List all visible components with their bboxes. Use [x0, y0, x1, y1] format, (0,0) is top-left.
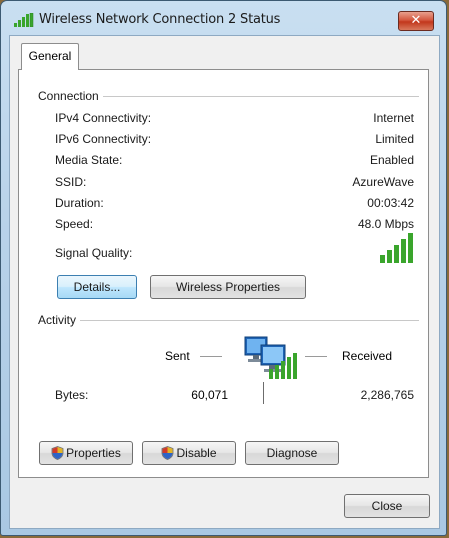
ssid-label: SSID:	[55, 175, 87, 189]
bytes-sent-value: 60,071	[191, 388, 228, 402]
ipv4-label: IPv4 Connectivity:	[55, 111, 152, 125]
properties-button[interactable]: Properties	[39, 441, 133, 465]
uac-shield-icon	[162, 445, 174, 460]
ssid-value: AzureWave	[352, 175, 414, 189]
close-button[interactable]: Close	[344, 494, 430, 518]
activity-heading: Activity	[38, 313, 81, 327]
properties-button-label: Properties	[66, 446, 121, 460]
disable-button[interactable]: Disable	[142, 441, 236, 465]
signal-quality-label: Signal Quality:	[55, 246, 133, 260]
received-line	[305, 356, 327, 357]
bytes-label: Bytes:	[55, 388, 89, 402]
tab-general[interactable]: General	[21, 43, 79, 70]
window-close-button[interactable]: ✕	[398, 11, 434, 31]
sent-received-divider	[263, 382, 264, 404]
uac-shield-icon	[51, 445, 64, 460]
details-button[interactable]: Details...	[57, 275, 137, 299]
media-state-label: Media State:	[55, 153, 123, 167]
window-title: Wireless Network Connection 2 Status	[39, 12, 281, 27]
general-tab-panel: Connection IPv4 Connectivity: Internet I…	[18, 69, 429, 478]
close-icon: ✕	[410, 13, 422, 28]
network-computers-icon	[244, 336, 297, 379]
speed-label: Speed:	[55, 217, 94, 231]
bytes-received-value: 2,286,765	[360, 388, 414, 402]
sent-line	[200, 356, 222, 357]
disable-button-label: Disable	[176, 446, 217, 460]
ipv6-label: IPv6 Connectivity:	[55, 132, 152, 146]
diagnose-button[interactable]: Diagnose	[245, 441, 339, 465]
dialog-body: General Connection IPv4 Connectivity: In…	[9, 35, 440, 529]
activity-group-line	[39, 320, 419, 321]
sent-label: Sent	[165, 349, 190, 363]
ipv6-value: Limited	[375, 132, 414, 146]
media-state-value: Enabled	[369, 153, 414, 167]
connection-heading: Connection	[38, 89, 103, 103]
received-label: Received	[342, 349, 393, 363]
wireless-properties-button[interactable]: Wireless Properties	[150, 275, 306, 299]
duration-value: 00:03:42	[367, 196, 414, 210]
wireless-signal-icon	[14, 13, 34, 27]
title-bar[interactable]: Wireless Network Connection 2 Status ✕	[1, 1, 446, 37]
status-window: Wireless Network Connection 2 Status ✕ G…	[0, 0, 447, 536]
ipv4-value: Internet	[373, 111, 414, 125]
duration-label: Duration:	[55, 196, 104, 210]
signal-strength-icon	[380, 233, 413, 263]
speed-value: 48.0 Mbps	[357, 217, 414, 231]
